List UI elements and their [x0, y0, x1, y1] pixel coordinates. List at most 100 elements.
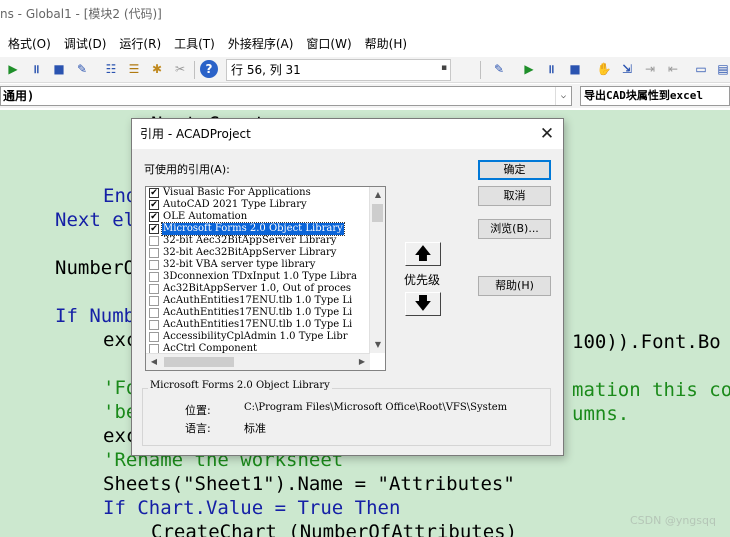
priority-up-button[interactable]: 🡅 — [405, 242, 441, 266]
project-explorer-icon[interactable]: ☷ — [102, 60, 120, 78]
ok-button[interactable]: 确定 — [478, 160, 551, 180]
code-line: NumberO — [55, 256, 135, 280]
code-tail-font-bold: 100)).Font.Bo — [572, 331, 721, 353]
menu-help[interactable]: 帮助(H) — [365, 35, 407, 52]
reference-checkbox[interactable] — [149, 236, 159, 246]
close-icon[interactable]: ✕ — [537, 124, 557, 144]
reference-checkbox[interactable] — [149, 272, 159, 282]
toolbox-icon[interactable]: ✂ — [171, 60, 189, 78]
references-list[interactable]: ✔ Visual Basic For Applications ✔ AutoCAD 2… — [145, 186, 386, 371]
object-browser-icon[interactable]: ✱ — [148, 60, 166, 78]
menu-run[interactable]: 运行(R) — [119, 35, 161, 52]
immediate-window-icon[interactable]: ▤ — [714, 60, 730, 78]
chevron-down-icon[interactable]: ⌵ — [555, 87, 571, 105]
run-icon-2[interactable]: ▶ — [520, 60, 538, 78]
menu-debug[interactable]: 调试(D) — [64, 35, 107, 52]
properties-icon[interactable]: ☰ — [125, 60, 143, 78]
scroll-thumb[interactable] — [372, 204, 383, 222]
toolbar-grip-icon[interactable]: ▪ — [441, 63, 449, 81]
reference-checkbox[interactable] — [149, 260, 159, 270]
reference-name: Ac32BitAppServer 1.0, Out of proces — [163, 283, 352, 294]
design-mode-icon-2[interactable]: ✎ — [490, 60, 508, 78]
step-into-icon[interactable]: ⇲ — [618, 60, 636, 78]
reference-name: Microsoft Forms 2.0 Object Library — [161, 222, 345, 236]
reference-name: AcAuthEntities17ENU.tlb 1.0 Type Li — [163, 319, 353, 330]
cursor-position: 行 56, 列 31 — [226, 59, 451, 81]
procedure-combo-value: 导出CAD块属性到excel — [584, 89, 703, 102]
reference-item[interactable]: AccessibilityCplAdmin 1.0 Type Libr — [146, 331, 370, 343]
reference-checkbox[interactable] — [149, 248, 159, 258]
run-icon[interactable]: ▶ — [4, 60, 22, 78]
reference-checkbox[interactable] — [149, 284, 159, 294]
reference-item[interactable]: 3Dconnexion TDxInput 1.0 Type Libra — [146, 271, 370, 283]
location-label: 位置: — [185, 404, 211, 417]
step-out-icon[interactable]: ⇤ — [664, 60, 682, 78]
reference-checkbox[interactable]: ✔ — [149, 224, 159, 234]
design-mode-icon[interactable]: ✎ — [73, 60, 91, 78]
cancel-button[interactable]: 取消 — [478, 186, 551, 206]
reference-checkbox[interactable] — [149, 332, 159, 342]
reference-checkbox[interactable]: ✔ — [149, 188, 159, 198]
code-tail-comment: umns. — [572, 403, 630, 425]
vertical-scrollbar[interactable]: ▲ ▼ — [369, 187, 385, 353]
reference-item[interactable]: Ac32BitAppServer 1.0, Out of proces — [146, 283, 370, 295]
reference-item[interactable]: ✔ Microsoft Forms 2.0 Object Library — [146, 222, 370, 236]
scroll-up-icon[interactable]: ▲ — [370, 187, 385, 203]
scroll-left-icon[interactable]: ◀ — [146, 354, 162, 370]
references-dialog: 引用 - ACADProject ✕ 可使用的引用(A): ✔ Visual Ba… — [131, 118, 564, 456]
reference-checkbox[interactable]: ✔ — [149, 200, 159, 210]
reference-item[interactable]: ✔ AutoCAD 2021 Type Library — [146, 199, 370, 211]
code-token: Sheets("Sheet1").Name = "Attributes" — [103, 473, 515, 495]
reference-checkbox[interactable] — [149, 320, 159, 330]
arrow-up-icon: 🡅 — [414, 244, 432, 264]
scroll-down-icon[interactable]: ▼ — [370, 337, 385, 353]
reference-name: AccessibilityCplAdmin 1.0 Type Libr — [163, 331, 348, 342]
language-label: 语言: — [185, 422, 211, 435]
toggle-breakpoint-icon[interactable]: ✋ — [595, 60, 613, 78]
code-tail-comment: mation this co — [572, 379, 730, 401]
break-icon-2[interactable]: ॥ — [542, 60, 560, 78]
help-button[interactable]: 帮助(H) — [478, 276, 551, 296]
reference-checkbox[interactable]: ✔ — [149, 212, 159, 222]
reference-checkbox[interactable] — [149, 344, 159, 353]
code-line: Next el — [55, 208, 135, 232]
reference-item[interactable]: ✔ OLE Automation — [146, 211, 370, 223]
menu-addins[interactable]: 外接程序(A) — [228, 35, 294, 52]
reference-item[interactable]: AcCtrl Component — [146, 343, 370, 353]
reference-item[interactable]: 32-bit Aec32BitAppServer Library — [146, 247, 370, 259]
procedure-combo[interactable]: 导出CAD块属性到excel — [580, 86, 730, 106]
reference-item[interactable]: AcAuthEntities17ENU.tlb 1.0 Type Li — [146, 319, 370, 331]
reset-icon[interactable]: ■ — [50, 60, 68, 78]
reference-item[interactable]: 32-bit VBA server type library — [146, 259, 370, 271]
code-line: If Numb — [55, 304, 135, 328]
code-line: If Chart.Value = True Then — [103, 496, 400, 520]
reference-item[interactable]: 32-bit Aec32BitAppServer Library — [146, 235, 370, 247]
locals-window-icon[interactable]: ▭ — [692, 60, 710, 78]
reference-name: AcAuthEntities17ENU.tlb 1.0 Type Li — [163, 295, 353, 306]
reference-checkbox[interactable] — [149, 308, 159, 318]
menu-format[interactable]: 格式(O) — [8, 35, 51, 52]
arrow-down-icon: 🡇 — [414, 294, 432, 314]
object-combo[interactable]: 通用) ⌵ — [0, 86, 572, 106]
reset-icon-2[interactable]: ■ — [566, 60, 584, 78]
available-references-label: 可使用的引用(A): — [144, 163, 230, 176]
reference-item[interactable]: AcAuthEntities17ENU.tlb 1.0 Type Li — [146, 295, 370, 307]
reference-name: 32-bit VBA server type library — [163, 259, 316, 270]
menu-window[interactable]: 窗口(W) — [306, 35, 351, 52]
menu-tools[interactable]: 工具(T) — [174, 35, 215, 52]
horizontal-scrollbar[interactable]: ◀ ▶ — [146, 353, 370, 370]
browse-button[interactable]: 浏览(B)... — [478, 219, 551, 239]
scroll-right-icon[interactable]: ▶ — [354, 354, 370, 370]
code-token: Next el — [55, 209, 136, 231]
priority-down-button[interactable]: 🡇 — [405, 292, 441, 316]
reference-checkbox[interactable] — [149, 296, 159, 306]
scroll-thumb[interactable] — [164, 357, 234, 367]
help-icon[interactable]: ? — [200, 60, 218, 78]
code-window-combos: 通用) ⌵ 导出CAD块属性到excel — [0, 84, 730, 108]
references-rows: ✔ Visual Basic For Applications ✔ AutoCAD 2… — [146, 187, 370, 353]
reference-name: 32-bit Aec32BitAppServer Library — [163, 235, 337, 246]
break-icon[interactable]: ॥ — [27, 60, 45, 78]
reference-item[interactable]: ✔ Visual Basic For Applications — [146, 187, 370, 199]
reference-item[interactable]: AcAuthEntities17ENU.tlb 1.0 Type Li — [146, 307, 370, 319]
step-over-icon[interactable]: ⇥ — [641, 60, 659, 78]
